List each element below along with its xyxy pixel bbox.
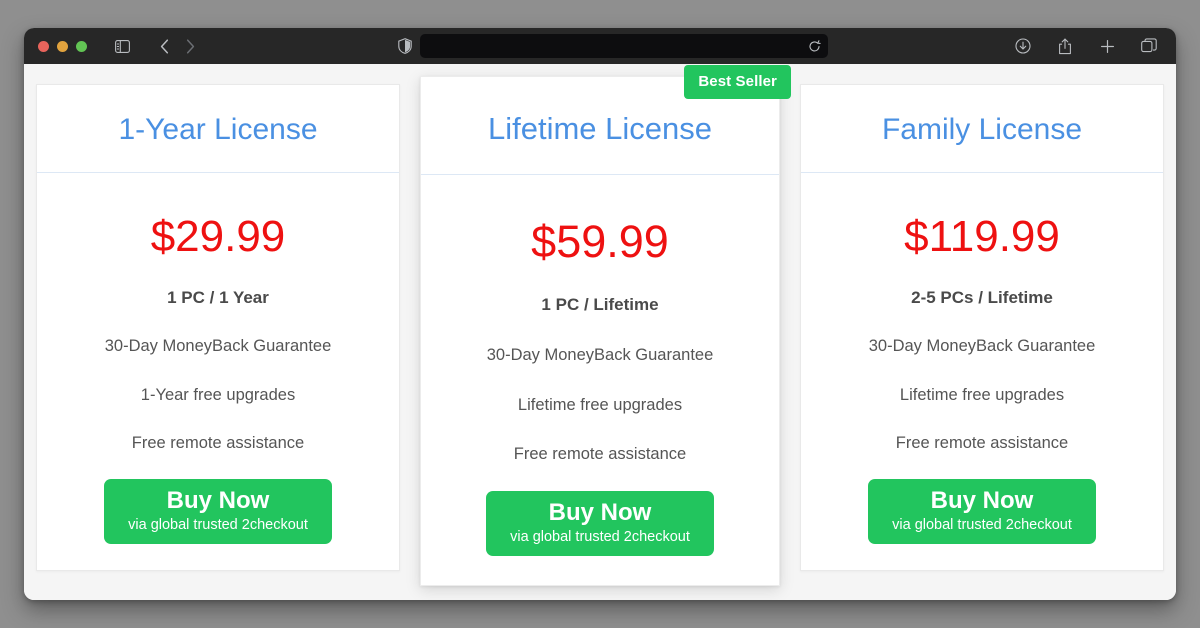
navigation-buttons — [151, 34, 203, 58]
plan-price: $59.99 — [531, 216, 669, 267]
list-item: 1-Year free upgrades — [140, 385, 296, 404]
list-item: Free remote assistance — [895, 434, 1069, 452]
address-bar[interactable] — [420, 34, 828, 58]
list-item: Free remote assistance — [131, 434, 305, 452]
reload-icon[interactable] — [808, 39, 821, 53]
chevron-left-icon[interactable] — [151, 34, 177, 58]
privacy-report-container — [392, 28, 418, 64]
buy-now-button[interactable]: Buy Now via global trusted 2checkout — [486, 490, 714, 556]
pricing-cards-row: 1-Year License $29.99 1 PC / 1 Year 30-D… — [24, 64, 1176, 600]
plus-icon[interactable] — [1094, 34, 1120, 58]
list-item: 30-Day MoneyBack Guarantee — [104, 337, 332, 355]
download-icon[interactable] — [1010, 34, 1036, 58]
buy-now-sublabel: via global trusted 2checkout — [510, 528, 690, 545]
list-item: 30-Day MoneyBack Guarantee — [486, 346, 714, 364]
buy-now-button[interactable]: Buy Now via global trusted 2checkout — [868, 478, 1096, 544]
pricing-card-lifetime[interactable]: Best Seller Lifetime License $59.99 1 PC… — [420, 65, 791, 586]
card-header: 1-Year License — [37, 85, 399, 173]
card-header: Family License — [801, 85, 1163, 173]
buy-now-label: Buy Now — [548, 498, 652, 526]
plan-seats: 1 PC / 1 Year — [167, 288, 269, 307]
plan-features: 30-Day MoneyBack Guarantee Lifetime free… — [801, 338, 1163, 452]
buy-now-sublabel: via global trusted 2checkout — [128, 516, 308, 533]
browser-toolbar — [24, 28, 1176, 64]
plan-features: 30-Day MoneyBack Guarantee Lifetime free… — [421, 347, 779, 463]
buy-now-button[interactable]: Buy Now via global trusted 2checkout — [104, 478, 332, 544]
close-window-button[interactable] — [38, 40, 49, 52]
toolbar-right-actions — [1010, 28, 1162, 64]
tabs-icon[interactable] — [1136, 34, 1162, 58]
minimize-window-button[interactable] — [57, 40, 68, 52]
pricing-card-one-year[interactable]: 1-Year License $29.99 1 PC / 1 Year 30-D… — [36, 84, 400, 571]
window-controls — [38, 40, 87, 52]
sidebar-icon[interactable] — [109, 34, 135, 58]
plan-seats: 1 PC / Lifetime — [541, 295, 659, 314]
plan-title: Lifetime License — [487, 111, 712, 146]
buy-now-label: Buy Now — [166, 486, 270, 514]
share-icon[interactable] — [1052, 34, 1078, 58]
plan-seats: 2-5 PCs / Lifetime — [911, 288, 1053, 307]
page-content: 1-Year License $29.99 1 PC / 1 Year 30-D… — [24, 64, 1176, 600]
buy-now-label: Buy Now — [930, 486, 1034, 514]
chevron-right-icon[interactable] — [177, 34, 203, 58]
plan-title: Family License — [881, 113, 1083, 146]
list-item: 30-Day MoneyBack Guarantee — [868, 337, 1096, 355]
plan-features: 30-Day MoneyBack Guarantee 1-Year free u… — [37, 338, 399, 452]
list-item: Lifetime free upgrades — [517, 395, 683, 414]
shield-icon[interactable] — [392, 34, 418, 58]
plan-price: $119.99 — [904, 212, 1060, 261]
zoom-window-button[interactable] — [76, 40, 87, 52]
browser-window: 1-Year License $29.99 1 PC / 1 Year 30-D… — [24, 28, 1176, 600]
pricing-card-family[interactable]: Family License $119.99 2-5 PCs / Lifetim… — [800, 84, 1164, 571]
list-item: Lifetime free upgrades — [899, 385, 1065, 404]
plan-title: 1-Year License — [118, 113, 318, 146]
buy-now-sublabel: via global trusted 2checkout — [892, 516, 1072, 533]
list-item: Free remote assistance — [513, 445, 687, 463]
plan-price: $29.99 — [150, 212, 286, 261]
status-badge: Best Seller — [684, 65, 791, 99]
